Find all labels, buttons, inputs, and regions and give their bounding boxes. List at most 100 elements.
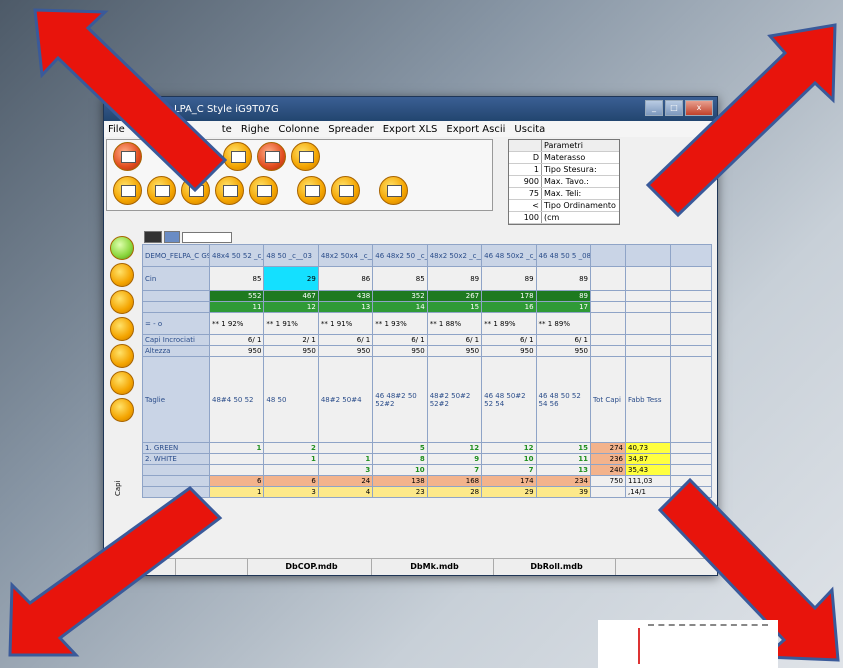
status-db-mk: DbMk.mdb: [372, 559, 494, 575]
toolbar-button-9[interactable]: [249, 176, 278, 205]
qty-cell[interactable]: [317, 442, 374, 454]
toolbar-button-5[interactable]: [113, 176, 142, 205]
column-header[interactable]: 48x4 50 52 _c__02: [208, 244, 265, 267]
qty-cell[interactable]: 12: [426, 442, 483, 454]
column-header[interactable]: 48 50 _c__03: [263, 244, 319, 267]
application-window: LPA_C Style iG9T07G _ □ x File te Righe …: [103, 96, 718, 576]
column-header[interactable]: 46 48 50 5 _08_1: [535, 244, 592, 267]
close-button[interactable]: x: [685, 100, 713, 116]
side-toolbar: Capi: [108, 233, 136, 496]
menu-export-ascii[interactable]: Export Ascii: [446, 124, 505, 135]
column-header[interactable]: 48x2 50x4 _c__04: [317, 244, 374, 267]
capi-cell[interactable]: 6/ 1: [317, 334, 374, 346]
qty-cell[interactable]: 1: [263, 453, 319, 465]
qty-cell[interactable]: 9: [426, 453, 483, 465]
qty-cell[interactable]: 13: [535, 464, 592, 476]
menu-file[interactable]: File: [108, 124, 125, 135]
param-value[interactable]: <: [509, 200, 542, 211]
toolbar-button-4[interactable]: [291, 142, 320, 171]
menu-righe[interactable]: Righe: [241, 124, 270, 135]
side-button-3[interactable]: [110, 290, 134, 314]
orange-total-cell: 6: [208, 475, 265, 487]
cin-cell[interactable]: 85: [372, 266, 428, 291]
toolbar-button-12[interactable]: [379, 176, 408, 205]
cin-cell[interactable]: 89: [535, 266, 592, 291]
capi-cell[interactable]: 6/ 1: [372, 334, 428, 346]
capi-cell[interactable]: 6/ 1: [535, 334, 592, 346]
toolbar-button-7[interactable]: [181, 176, 210, 205]
column-header[interactable]: 48x2 50x2 _c__06: [426, 244, 483, 267]
capi-cell[interactable]: 6/ 1: [208, 334, 265, 346]
cin-cell[interactable]: 85: [208, 266, 265, 291]
qty-cell[interactable]: 10: [372, 464, 428, 476]
eff-cell: ** 1 92%: [208, 312, 265, 335]
qty-cell[interactable]: 10: [481, 453, 537, 465]
altezza-cell[interactable]: 950: [481, 345, 537, 357]
minimize-button[interactable]: _: [645, 100, 663, 116]
altezza-cell[interactable]: 950: [317, 345, 374, 357]
side-button-4[interactable]: [110, 317, 134, 341]
qty-cell[interactable]: 3: [317, 464, 374, 476]
qty-cell[interactable]: [263, 464, 319, 476]
menu-uscita[interactable]: Uscita: [514, 124, 545, 135]
param-value[interactable]: 1: [509, 164, 542, 175]
qty-cell[interactable]: [208, 453, 265, 465]
altezza-cell[interactable]: 950: [535, 345, 592, 357]
status-db-cop: DbCOP.mdb: [248, 559, 372, 575]
toolbar-button-1[interactable]: [113, 142, 142, 171]
toolbar-button-2[interactable]: [223, 142, 252, 171]
menu-colonne[interactable]: Colonne: [278, 124, 319, 135]
toolbar-button-6[interactable]: [147, 176, 176, 205]
view-tab-icon[interactable]: [144, 231, 162, 243]
side-button-2[interactable]: [110, 263, 134, 287]
param-value[interactable]: 75: [509, 188, 542, 199]
cin-cell-selected[interactable]: 29: [263, 266, 319, 291]
capi-cell[interactable]: 6/ 1: [426, 334, 483, 346]
qty-cell[interactable]: [208, 464, 265, 476]
qty-cell[interactable]: 15: [535, 442, 592, 454]
menu-export-xls[interactable]: Export XLS: [383, 124, 438, 135]
param-value[interactable]: 900: [509, 176, 542, 187]
qty-cell[interactable]: 12: [481, 442, 537, 454]
side-button-5[interactable]: [110, 344, 134, 368]
side-button-6[interactable]: [110, 371, 134, 395]
toolbar-button-3[interactable]: [257, 142, 286, 171]
fabb-tess-cell: 40,73: [625, 442, 671, 454]
qty-cell[interactable]: 2: [263, 442, 319, 454]
qty-cell[interactable]: 5: [372, 442, 428, 454]
toolbar-button-11[interactable]: [331, 176, 360, 205]
qty-cell[interactable]: 1: [317, 453, 374, 465]
param-value[interactable]: 100: [509, 212, 542, 223]
param-value[interactable]: D: [509, 152, 542, 163]
sheet-tab-icon[interactable]: [164, 231, 181, 243]
cin-cell[interactable]: 86: [317, 266, 374, 291]
maximize-button[interactable]: □: [665, 100, 683, 116]
menu-spreader[interactable]: Spreader: [328, 124, 373, 135]
save-icon[interactable]: [110, 398, 134, 422]
param-label[interactable]: (cm: [542, 212, 559, 223]
window-title: LPA_C Style iG9T07G: [174, 103, 279, 115]
capi-cell[interactable]: 6/ 1: [481, 334, 537, 346]
qty-cell[interactable]: 1: [208, 442, 265, 454]
qty-cell[interactable]: 7: [481, 464, 537, 476]
toolbar-button-8[interactable]: [215, 176, 244, 205]
side-button-1[interactable]: [110, 236, 134, 260]
cin-cell[interactable]: 89: [426, 266, 483, 291]
tab-field[interactable]: [182, 232, 233, 243]
altezza-cell[interactable]: 950: [426, 345, 483, 357]
altezza-cell[interactable]: 950: [263, 345, 319, 357]
taglie-cell: 46 48#2 50 52#2: [372, 356, 428, 443]
qty-cell[interactable]: 7: [426, 464, 483, 476]
toolbar-button-10[interactable]: [297, 176, 326, 205]
capi-cell[interactable]: 2/ 1: [263, 334, 319, 346]
altezza-cell[interactable]: 950: [208, 345, 265, 357]
qty-cell[interactable]: 11: [535, 453, 592, 465]
qty-cell[interactable]: 8: [372, 453, 428, 465]
menu-te[interactable]: te: [222, 124, 232, 135]
altezza-cell[interactable]: 950: [372, 345, 428, 357]
index-cell: 11: [208, 301, 265, 313]
cin-cell[interactable]: 89: [481, 266, 537, 291]
column-header[interactable]: 46 48x2 50 _c__05: [372, 244, 428, 267]
fabb-tess-header: Fabb Tess: [625, 356, 671, 443]
column-header[interactable]: 46 48 50x2 _c__07: [481, 244, 537, 267]
